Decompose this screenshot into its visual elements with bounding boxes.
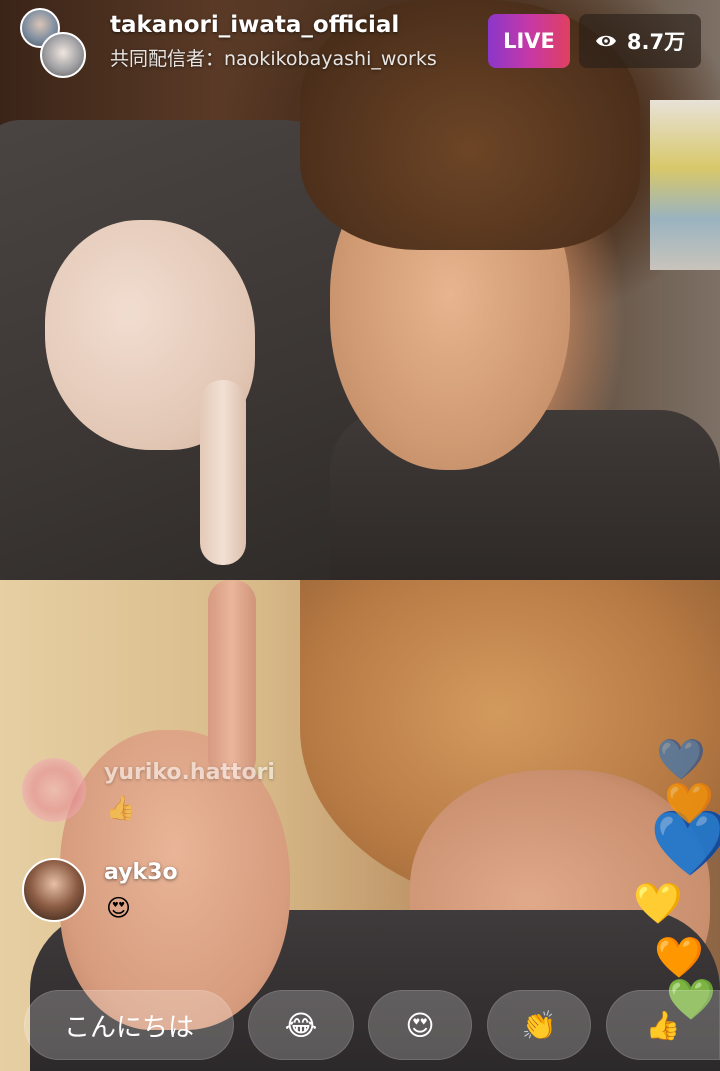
host-username[interactable]: takanori_iwata_official xyxy=(110,12,399,38)
host-video-pane xyxy=(0,0,720,580)
cohost-avatar[interactable] xyxy=(40,32,86,78)
live-header: takanori_iwata_official 共同配信者：naokikobay… xyxy=(0,0,720,80)
comment-item: yuriko.hattori 👍 xyxy=(22,758,342,828)
eye-icon xyxy=(595,33,617,49)
reaction-chip-thumbs-up[interactable]: 👍 xyxy=(606,990,720,1060)
reaction-chip-hello[interactable]: こんにちは xyxy=(24,990,234,1060)
live-label: LIVE xyxy=(503,29,555,53)
comment-avatar[interactable] xyxy=(22,758,86,822)
floating-heart-icon: 🧡 xyxy=(654,935,704,981)
comment-username[interactable]: ayk3o xyxy=(104,860,178,885)
comment-text: 😍 xyxy=(106,894,132,922)
host-pointing-finger xyxy=(200,380,246,565)
reaction-chip-heart-eyes[interactable]: 😍 xyxy=(368,990,472,1060)
floating-heart-icon: 💛 xyxy=(633,881,683,927)
floating-heart-icon: 🧡 xyxy=(664,781,714,827)
viewer-count-badge[interactable]: 8.7万 xyxy=(579,14,701,68)
background-shelf xyxy=(650,100,720,270)
cohost-raised-finger xyxy=(208,580,256,780)
quick-reaction-bar: こんにちは 😂 😍 👏 👍 xyxy=(0,990,720,1060)
comment-item: ayk3o 😍 xyxy=(22,858,342,928)
viewer-count: 8.7万 xyxy=(626,30,686,54)
cohost-label[interactable]: 共同配信者：naokikobayashi_works xyxy=(110,44,437,71)
reaction-chip-clap[interactable]: 👏 xyxy=(487,990,591,1060)
reaction-chip-laugh[interactable]: 😂 xyxy=(248,990,354,1060)
comment-text: 👍 xyxy=(106,794,136,822)
floating-heart-icon: 💙 xyxy=(656,737,706,783)
comment-username[interactable]: yuriko.hattori xyxy=(104,760,275,785)
comment-avatar[interactable] xyxy=(22,858,86,922)
avatar-stack[interactable] xyxy=(20,8,90,78)
live-badge: LIVE xyxy=(488,14,570,68)
